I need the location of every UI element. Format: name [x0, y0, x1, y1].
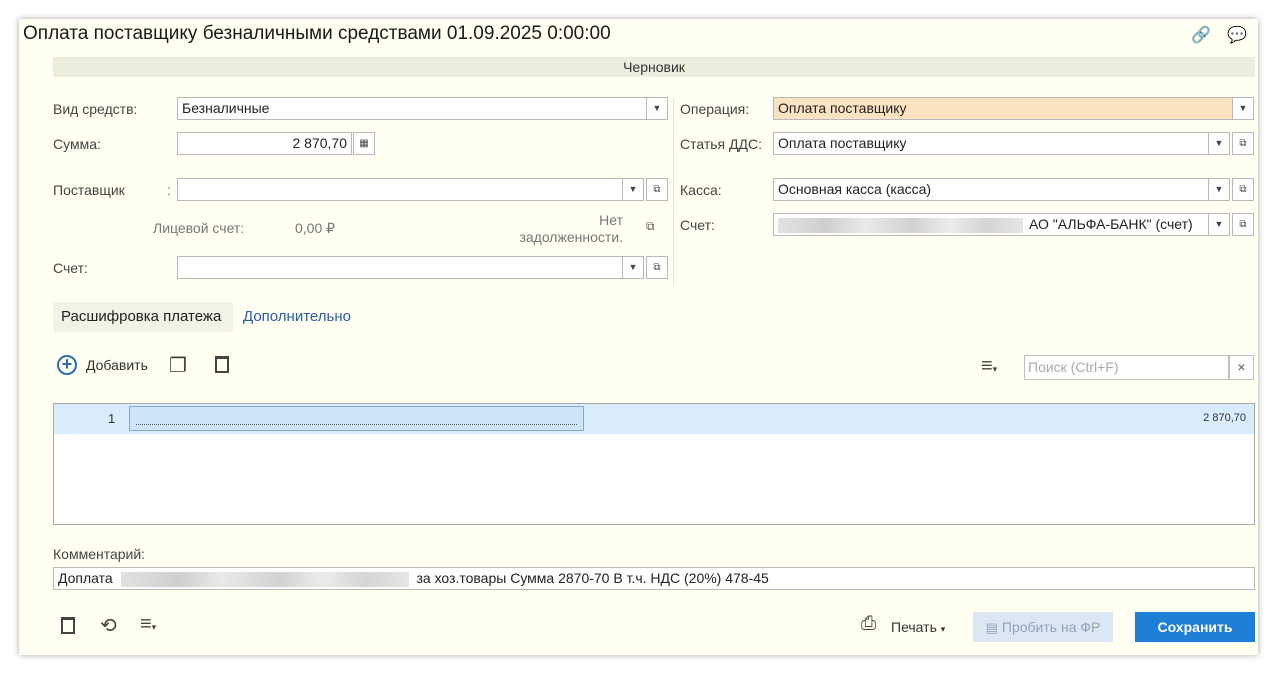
- right-schet-open-button[interactable]: ⧉: [1232, 213, 1254, 236]
- comment-prefix: Доплата: [58, 570, 113, 586]
- chevron-down-icon: ▼: [1214, 184, 1224, 194]
- cell-dots: [136, 424, 577, 425]
- search-input[interactable]: Поиск (Ctrl+F): [1024, 355, 1229, 380]
- delete-document-icon[interactable]: [61, 617, 75, 634]
- link-icon[interactable]: 🔗: [1191, 25, 1211, 45]
- comment-label: Комментарий:: [53, 546, 146, 562]
- save-button[interactable]: Сохранить: [1135, 612, 1255, 642]
- right-schet-field[interactable]: АО "АЛЬФА-БАНК" (счет): [773, 213, 1209, 236]
- fr-label: Пробить на ФР: [1001, 619, 1101, 635]
- delete-icon[interactable]: [215, 356, 229, 373]
- window-title: Оплата поставщику безналичными средствам…: [23, 23, 611, 44]
- right-schet-label: Счет:: [680, 217, 715, 233]
- no-debt-text: Нет задолженности.: [515, 212, 623, 246]
- chevron-down-icon: ▼: [652, 103, 662, 113]
- open-form-icon: ⧉: [653, 262, 661, 273]
- comment-icon[interactable]: 💬: [1227, 25, 1247, 45]
- dds-label: Статья ДДС:: [680, 136, 762, 152]
- summa-field[interactable]: 2 870,70: [177, 132, 352, 155]
- comment-suffix: за хоз.товары Сумма 2870-70 В т.ч. НДС (…: [416, 570, 769, 586]
- document-window: Оплата поставщику безналичными средствам…: [19, 19, 1258, 655]
- supplier-field[interactable]: [177, 178, 623, 201]
- kassa-field[interactable]: Основная касса (касса): [773, 178, 1209, 201]
- chevron-down-icon: ▼: [628, 184, 638, 194]
- calculator-button[interactable]: ▦: [353, 132, 375, 155]
- open-form-icon: ⧉: [653, 184, 661, 195]
- supplier-colon: :: [167, 182, 171, 198]
- payment-table: 1 2 870,70: [53, 403, 1255, 525]
- account-face-label: Лицевой счет:: [153, 220, 245, 236]
- account-face-value: 0,00 ₽: [295, 220, 336, 236]
- redacted-comment-part: [120, 571, 409, 587]
- dds-dropdown-button[interactable]: ▼: [1208, 132, 1230, 155]
- more-menu-icon[interactable]: ≡▾: [140, 613, 156, 636]
- receipt-icon: ▤: [985, 620, 998, 635]
- dds-field[interactable]: Оплата поставщику: [773, 132, 1209, 155]
- kassa-open-button[interactable]: ⧉: [1232, 178, 1254, 201]
- vid-field[interactable]: Безналичные: [177, 97, 652, 120]
- table-row[interactable]: 1 2 870,70: [54, 404, 1254, 434]
- vid-label: Вид средств:: [53, 101, 138, 117]
- chevron-down-icon: ▼: [1238, 103, 1248, 113]
- row-cell-editor[interactable]: [129, 406, 584, 431]
- chevron-down-icon: ▼: [1214, 219, 1224, 229]
- supplier-open-button[interactable]: ⧉: [646, 178, 668, 201]
- open-debt-icon[interactable]: ⧉: [646, 219, 655, 234]
- operation-field[interactable]: Оплата поставщику: [773, 97, 1233, 120]
- right-schet-value: АО "АЛЬФА-БАНК" (счет): [1029, 216, 1193, 232]
- supplier-label: Поставщик: [53, 182, 125, 198]
- calculator-icon: ▦: [359, 138, 369, 149]
- fr-button[interactable]: ▤ Пробить на ФР: [973, 612, 1113, 642]
- no-debt-line2: задолженности.: [519, 229, 623, 245]
- schet-open-button[interactable]: ⧉: [646, 256, 668, 279]
- open-form-icon: ⧉: [1239, 219, 1247, 230]
- kassa-dropdown-button[interactable]: ▼: [1208, 178, 1230, 201]
- redacted-account-number: [778, 217, 1023, 233]
- schet-dropdown-button[interactable]: ▼: [622, 256, 644, 279]
- kassa-label: Касса:: [680, 182, 722, 198]
- open-form-icon: ⧉: [1239, 184, 1247, 195]
- tab-payment-details[interactable]: Расшифровка платежа: [53, 302, 233, 332]
- supplier-dropdown-button[interactable]: ▼: [622, 178, 644, 201]
- history-icon[interactable]: ⟲: [100, 613, 117, 638]
- print-dropdown-icon: ▾: [940, 624, 946, 634]
- print-label: Печать: [891, 619, 937, 635]
- row-number: 1: [108, 411, 116, 426]
- operation-dropdown-button[interactable]: ▼: [1232, 97, 1254, 120]
- chevron-down-icon: ▼: [628, 262, 638, 272]
- row-amount: 2 870,70: [1203, 412, 1246, 424]
- dds-open-button[interactable]: ⧉: [1232, 132, 1254, 155]
- printer-icon[interactable]: ⎙: [861, 613, 876, 635]
- status-bar: Черновик: [53, 57, 1255, 77]
- schet-label: Счет:: [53, 260, 88, 276]
- add-icon[interactable]: +: [57, 355, 77, 375]
- open-form-icon: ⧉: [1239, 138, 1247, 149]
- vid-dropdown-button[interactable]: ▼: [646, 97, 668, 120]
- column-divider: [673, 99, 674, 285]
- summa-label: Сумма:: [53, 136, 101, 152]
- copy-icon[interactable]: ❐: [169, 353, 187, 378]
- operation-label: Операция:: [680, 101, 750, 117]
- print-button[interactable]: Печать ▾: [891, 619, 945, 635]
- comment-field[interactable]: Доплата за хоз.товары Сумма 2870-70 В т.…: [53, 567, 1255, 590]
- search-clear-button[interactable]: ×: [1229, 355, 1254, 380]
- tab-additional[interactable]: Дополнительно: [243, 302, 351, 332]
- no-debt-line1: Нет: [599, 212, 623, 228]
- right-schet-dropdown-button[interactable]: ▼: [1208, 213, 1230, 236]
- chevron-down-icon: ▼: [1214, 138, 1224, 148]
- add-button[interactable]: Добавить: [86, 357, 148, 373]
- more-actions-icon[interactable]: ≡▾: [981, 355, 997, 378]
- schet-field[interactable]: [177, 256, 623, 279]
